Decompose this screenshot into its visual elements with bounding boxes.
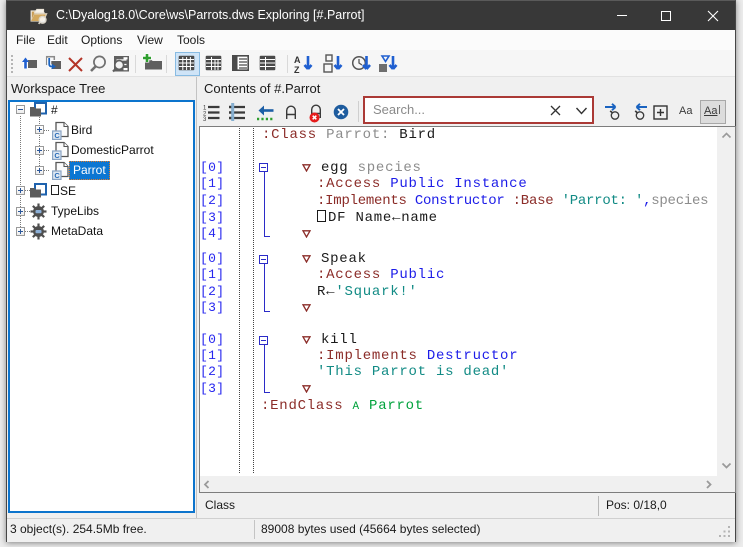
svg-text:A: A: [294, 55, 301, 65]
svg-text:3: 3: [203, 117, 207, 121]
svg-text:Z: Z: [294, 65, 300, 74]
